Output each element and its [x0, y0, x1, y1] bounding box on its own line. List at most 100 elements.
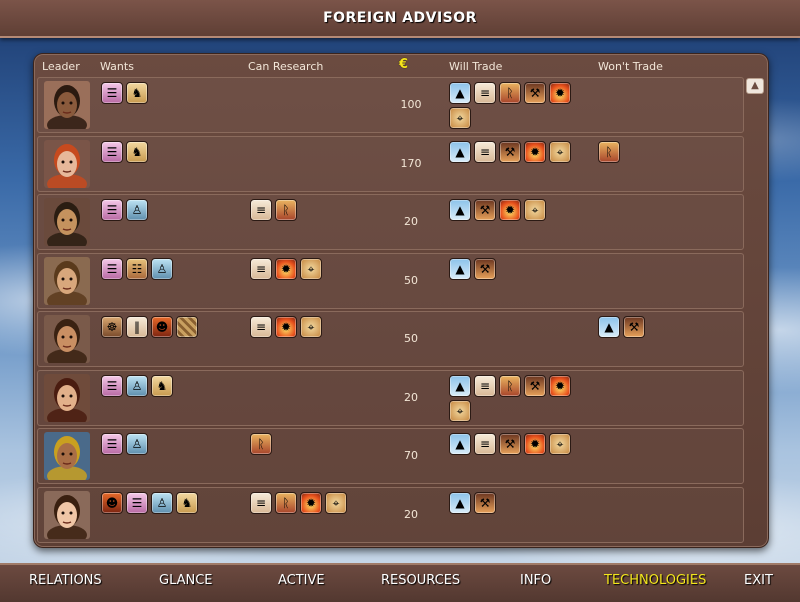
compass-icon[interactable]: ⌖	[300, 257, 322, 280]
leader-row[interactable]: ☰ ♙ ≡ ᚱ ▲ ⚒ ✹ ⌖ 20	[37, 194, 744, 250]
tab-exit[interactable]: EXIT	[744, 573, 773, 588]
compass-icon[interactable]: ⌖	[549, 140, 571, 163]
scroll-icon[interactable]: ≡	[474, 82, 496, 104]
wheel-icon[interactable]: ☸	[101, 316, 123, 338]
will-trade-icons: ▲ ≡ ⚒ ✹ ⌖	[449, 433, 584, 455]
fire-icon[interactable]: ✹	[300, 491, 322, 514]
pyramid-icon[interactable]: ▲	[449, 199, 471, 221]
leader-row[interactable]: ☰ ♞ ▲ ≡ ⚒ ✹ ⌖ ᚱ 170	[37, 135, 744, 192]
compass-icon[interactable]: ⌖	[524, 199, 546, 221]
tab-resources[interactable]: RESOURCES	[381, 573, 460, 588]
leader-portrait[interactable]	[44, 256, 90, 305]
leader-row[interactable]: ☰ ♙ ♞ ▲ ≡ ᚱ ⚒ ✹ ⌖ 20	[37, 369, 744, 426]
scroll-icon[interactable]: ≡	[250, 199, 272, 221]
pyramid-icon[interactable]: ▲	[449, 257, 471, 280]
scroll-icon[interactable]: ≡	[474, 433, 496, 455]
tab-technologies[interactable]: TECHNOLOGIES	[604, 573, 706, 588]
wants-icons: ☰ ♙	[101, 199, 241, 221]
tab-info[interactable]: INFO	[520, 573, 551, 588]
pink-scroll-icon[interactable]: ☰	[101, 140, 123, 163]
compass-icon[interactable]: ⌖	[300, 316, 322, 338]
scroll-icon[interactable]: ≡	[250, 257, 272, 280]
rune-icon[interactable]: ᚱ	[499, 82, 521, 104]
bronze-icon[interactable]: ⚒	[524, 82, 546, 104]
rune-icon[interactable]: ᚱ	[275, 491, 297, 514]
leader-row[interactable]: ☻ ☰ ♙ ♞ ≡ ᚱ ✹ ⌖ ▲ ⚒ 20	[37, 486, 744, 543]
leader-row[interactable]: ☸ ‖ ☻ ≡ ✹ ⌖ ▲ ⚒ 50	[37, 311, 744, 367]
leader-portrait[interactable]	[44, 198, 90, 246]
scroll-icon[interactable]: ≡	[474, 140, 496, 163]
rune-icon[interactable]: ᚱ	[499, 374, 521, 397]
compass-icon[interactable]: ⌖	[325, 491, 347, 514]
fire-icon[interactable]: ✹	[549, 82, 571, 104]
leader-portrait[interactable]	[44, 139, 90, 188]
leader-row[interactable]: ☰ ♞ ▲ ≡ ᚱ ⚒ ✹ ⌖ 100	[37, 77, 744, 133]
leader-row[interactable]: ☰ ☷ ♙ ≡ ✹ ⌖ ▲ ⚒ 50	[37, 252, 744, 309]
mask-icon[interactable]: ☻	[101, 491, 123, 514]
horse-icon[interactable]: ♞	[126, 140, 148, 163]
fire-icon[interactable]: ✹	[524, 140, 546, 163]
pink-scroll-icon[interactable]: ☰	[101, 257, 123, 280]
statue-icon[interactable]: ♙	[126, 199, 148, 221]
bronze-icon[interactable]: ⚒	[499, 140, 521, 163]
rune-icon[interactable]: ᚱ	[275, 199, 297, 221]
statue-icon[interactable]: ♙	[126, 433, 148, 455]
wants-icons: ☰ ♞	[101, 140, 241, 163]
leader-portrait[interactable]	[44, 315, 90, 363]
pyramid-icon[interactable]: ▲	[449, 140, 471, 163]
leader-row[interactable]: ☰ ♙ ᚱ ▲ ≡ ⚒ ✹ ⌖ 70	[37, 428, 744, 484]
gold-amount: 70	[404, 449, 418, 462]
compass-icon[interactable]: ⌖	[549, 433, 571, 455]
leader-portrait[interactable]	[44, 373, 90, 422]
horse-icon[interactable]: ♞	[126, 82, 148, 104]
wants-icons: ☸ ‖ ☻	[101, 316, 241, 338]
horse-icon[interactable]: ♞	[176, 491, 198, 514]
fire-icon[interactable]: ✹	[275, 316, 297, 338]
pyramid-icon[interactable]: ▲	[598, 316, 620, 338]
pyramid-icon[interactable]: ▲	[449, 374, 471, 397]
bronze-icon[interactable]: ⚒	[474, 491, 496, 514]
leader-portrait[interactable]	[44, 81, 90, 129]
scroll-up-button[interactable]: ▲	[746, 78, 764, 94]
scroll-icon[interactable]: ≡	[474, 374, 496, 397]
pyramid-icon[interactable]: ▲	[449, 433, 471, 455]
scroll-icon[interactable]: ≡	[250, 491, 272, 514]
bronze-icon[interactable]: ⚒	[524, 374, 546, 397]
statue-icon[interactable]: ♙	[151, 491, 173, 514]
leader-portrait[interactable]	[44, 432, 90, 480]
fire-icon[interactable]: ✹	[524, 433, 546, 455]
compass-icon[interactable]: ⌖	[449, 107, 471, 129]
pink-scroll-icon[interactable]: ☰	[101, 82, 123, 104]
pyramid-icon[interactable]: ▲	[449, 82, 471, 104]
horse-icon[interactable]: ♞	[151, 374, 173, 397]
fire-icon[interactable]: ✹	[499, 199, 521, 221]
pillar-icon[interactable]: ‖	[126, 316, 148, 338]
bronze-icon[interactable]: ⚒	[623, 316, 645, 338]
statue-icon[interactable]: ♙	[126, 374, 148, 397]
tab-glance[interactable]: GLANCE	[159, 573, 213, 588]
pink-scroll-icon[interactable]: ☰	[101, 374, 123, 397]
fire-icon[interactable]: ✹	[275, 257, 297, 280]
mosaic-icon[interactable]	[176, 316, 198, 338]
pink-scroll-icon[interactable]: ☰	[101, 433, 123, 455]
gold-amount: 20	[404, 507, 418, 521]
bronze-icon[interactable]: ⚒	[474, 257, 496, 280]
rune-icon[interactable]: ᚱ	[250, 433, 272, 455]
leader-portrait[interactable]	[44, 490, 90, 539]
bronze-icon[interactable]: ⚒	[474, 199, 496, 221]
bronze-icon[interactable]: ⚒	[499, 433, 521, 455]
wants-icons: ☻ ☰ ♙ ♞	[101, 491, 241, 514]
scroll-icon[interactable]: ≡	[250, 316, 272, 338]
statue-icon[interactable]: ♙	[151, 257, 173, 280]
rune-icon[interactable]: ᚱ	[598, 140, 620, 163]
mask-icon[interactable]: ☻	[151, 316, 173, 338]
pyramid-icon[interactable]: ▲	[449, 491, 471, 514]
can-research-icons: ≡ ✹ ⌖	[250, 257, 390, 280]
script-icon[interactable]: ☷	[126, 257, 148, 280]
pink-scroll-icon[interactable]: ☰	[126, 491, 148, 514]
tab-active[interactable]: ACTIVE	[278, 573, 325, 588]
fire-icon[interactable]: ✹	[549, 374, 571, 397]
pink-scroll-icon[interactable]: ☰	[101, 199, 123, 221]
compass-icon[interactable]: ⌖	[449, 399, 471, 422]
tab-relations[interactable]: RELATIONS	[29, 573, 102, 588]
